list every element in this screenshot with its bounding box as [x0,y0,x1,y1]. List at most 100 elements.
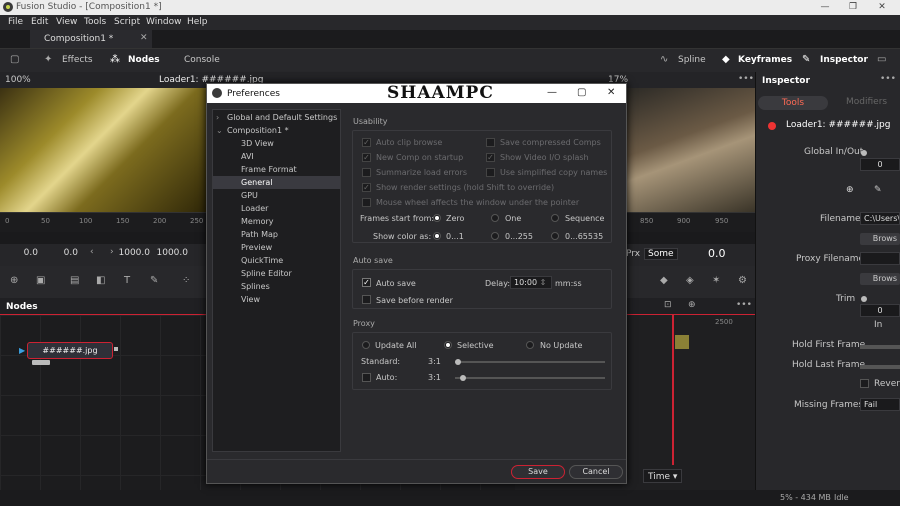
frames-start-sequence-radio[interactable] [551,214,559,222]
merge-tool-icon[interactable]: ◧ [96,275,105,286]
file-tab-icon[interactable]: ⊕ [846,185,854,195]
tree-item[interactable]: Splines [241,282,270,291]
proxy-auto-slider-knob[interactable] [460,375,466,381]
show-color-01-radio[interactable] [433,232,441,240]
dialog-maximize-icon[interactable]: ▢ [577,87,586,98]
summarize-checkbox[interactable] [362,168,371,177]
effects-button[interactable]: Effects [62,55,93,65]
dialog-minimize-icon[interactable]: — [547,87,557,98]
node-output-icon[interactable] [114,347,118,351]
inspector-more-icon[interactable]: ••• [880,74,896,84]
save-compressed-checkbox[interactable] [486,138,495,147]
mouse-wheel-checkbox[interactable] [362,198,371,207]
step-forward-icon[interactable]: › [110,247,114,257]
trim-slider[interactable] [861,296,867,302]
minimize-icon[interactable]: — [818,1,832,13]
cancel-button[interactable]: Cancel [569,465,623,479]
hold-first-slider[interactable] [860,345,900,349]
tree-item[interactable]: Composition1 * [227,126,289,135]
nodes-button[interactable]: Nodes [128,55,160,65]
filename-field[interactable]: C:\Users\M [860,212,900,225]
tab-close-icon[interactable]: ✕ [140,33,148,43]
proxy-filename-field[interactable] [860,252,900,265]
tree-item[interactable]: Preview [241,243,272,252]
standard-slider-knob[interactable] [455,359,461,365]
global-inout-field[interactable]: 0 [860,158,900,171]
global-start-field[interactable]: 0.0 [10,248,38,262]
simplified-copy-checkbox[interactable] [486,168,495,177]
panel-toggle-icon[interactable]: ▢ [10,54,19,65]
show-video-io-checkbox[interactable]: ✓ [486,153,495,162]
tree-item[interactable]: 3D View [241,139,274,148]
standard-slider[interactable] [455,361,605,363]
paint-tool-icon[interactable]: ✎ [150,275,158,286]
tree-item[interactable]: Path Map [241,230,278,239]
3d-camera-icon[interactable]: ◈ [686,275,694,286]
proxy-auto-slider[interactable] [455,377,605,379]
menu-tools[interactable]: Tools [84,17,106,27]
tree-item[interactable]: GPU [241,191,258,200]
dialog-close-icon[interactable]: ✕ [607,87,615,98]
text-tool-icon[interactable]: T [124,275,130,286]
more-options-icon[interactable]: ••• [738,74,754,84]
tree-item[interactable]: Loader [241,204,268,213]
tab-tools[interactable]: Tools [758,96,828,110]
browse-button[interactable]: Brows [860,233,900,245]
fit-icon[interactable]: ⊡ [664,300,672,310]
3d-light-icon[interactable]: ✶ [712,275,720,286]
render-start-field[interactable]: 0.0 [50,248,78,262]
loader-node[interactable]: ######.jpg [27,342,113,359]
zoom-icon[interactable]: ⊕ [688,300,696,310]
show-color-65535-radio[interactable] [551,232,559,240]
frames-start-zero-radio[interactable] [433,214,441,222]
global-inout-slider[interactable] [861,150,867,156]
some-button[interactable]: Some [644,248,678,260]
prx-button[interactable]: Prx [626,249,640,259]
menu-file[interactable]: File [8,17,23,27]
menu-view[interactable]: View [56,17,77,27]
collapse-icon[interactable]: ⌄ [216,126,223,135]
edit-tab-icon[interactable]: ✎ [874,185,882,195]
tab-modifiers[interactable]: Modifiers [846,97,887,107]
tree-item[interactable]: AVI [241,152,254,161]
menu-edit[interactable]: Edit [31,17,48,27]
console-button[interactable]: Console [184,55,220,65]
particles-tool-icon[interactable]: ⁘ [182,275,190,286]
auto-clip-browse-checkbox[interactable]: ✓ [362,138,371,147]
tree-item[interactable]: Memory [241,217,274,226]
inspector-button[interactable]: Inspector [820,55,868,65]
3d-render-icon[interactable]: ⚙ [738,275,747,286]
playhead-icon[interactable] [672,315,674,465]
update-all-radio[interactable] [362,341,370,349]
no-update-radio[interactable] [526,341,534,349]
more-nodes-icon[interactable]: ••• [736,300,752,310]
new-comp-checkbox[interactable]: ✓ [362,153,371,162]
browse2-button[interactable]: Brows [860,273,900,285]
3d-shape-icon[interactable]: ◆ [660,275,668,286]
menu-script[interactable]: Script [114,17,140,27]
keyframes-button[interactable]: Keyframes [738,55,792,65]
current-time-field[interactable]: 0.0 [708,247,726,260]
reverse-checkbox[interactable] [860,379,869,388]
missing-frames-select[interactable]: Fail [860,398,900,411]
image-tool-icon[interactable]: ▤ [70,275,79,286]
render-end-field[interactable]: 1000.0 [118,248,151,262]
frames-start-one-radio[interactable] [491,214,499,222]
monitor-icon[interactable]: ▭ [877,54,886,65]
menu-window[interactable]: Window [146,17,182,27]
delay-field[interactable]: 10:00 ⇕ [510,276,552,289]
show-color-255-radio[interactable] [491,232,499,240]
restore-icon[interactable]: ❐ [846,1,860,13]
node-input-icon[interactable]: ▶ [19,346,25,355]
tree-item[interactable]: View [241,295,260,304]
proxy-auto-checkbox[interactable] [362,373,371,382]
tab-composition[interactable]: Composition1 * ✕ [30,30,152,48]
background-tool-icon[interactable]: ▣ [36,275,45,286]
tool-enable-icon[interactable] [768,122,776,130]
pointer-tool-icon[interactable]: ⊕ [10,275,18,286]
step-back-icon[interactable]: ‹ [90,247,94,257]
menu-help[interactable]: Help [187,17,208,27]
keyframe-bar[interactable] [675,335,689,349]
hold-last-slider[interactable] [860,365,900,369]
expand-icon[interactable]: › [216,113,219,122]
